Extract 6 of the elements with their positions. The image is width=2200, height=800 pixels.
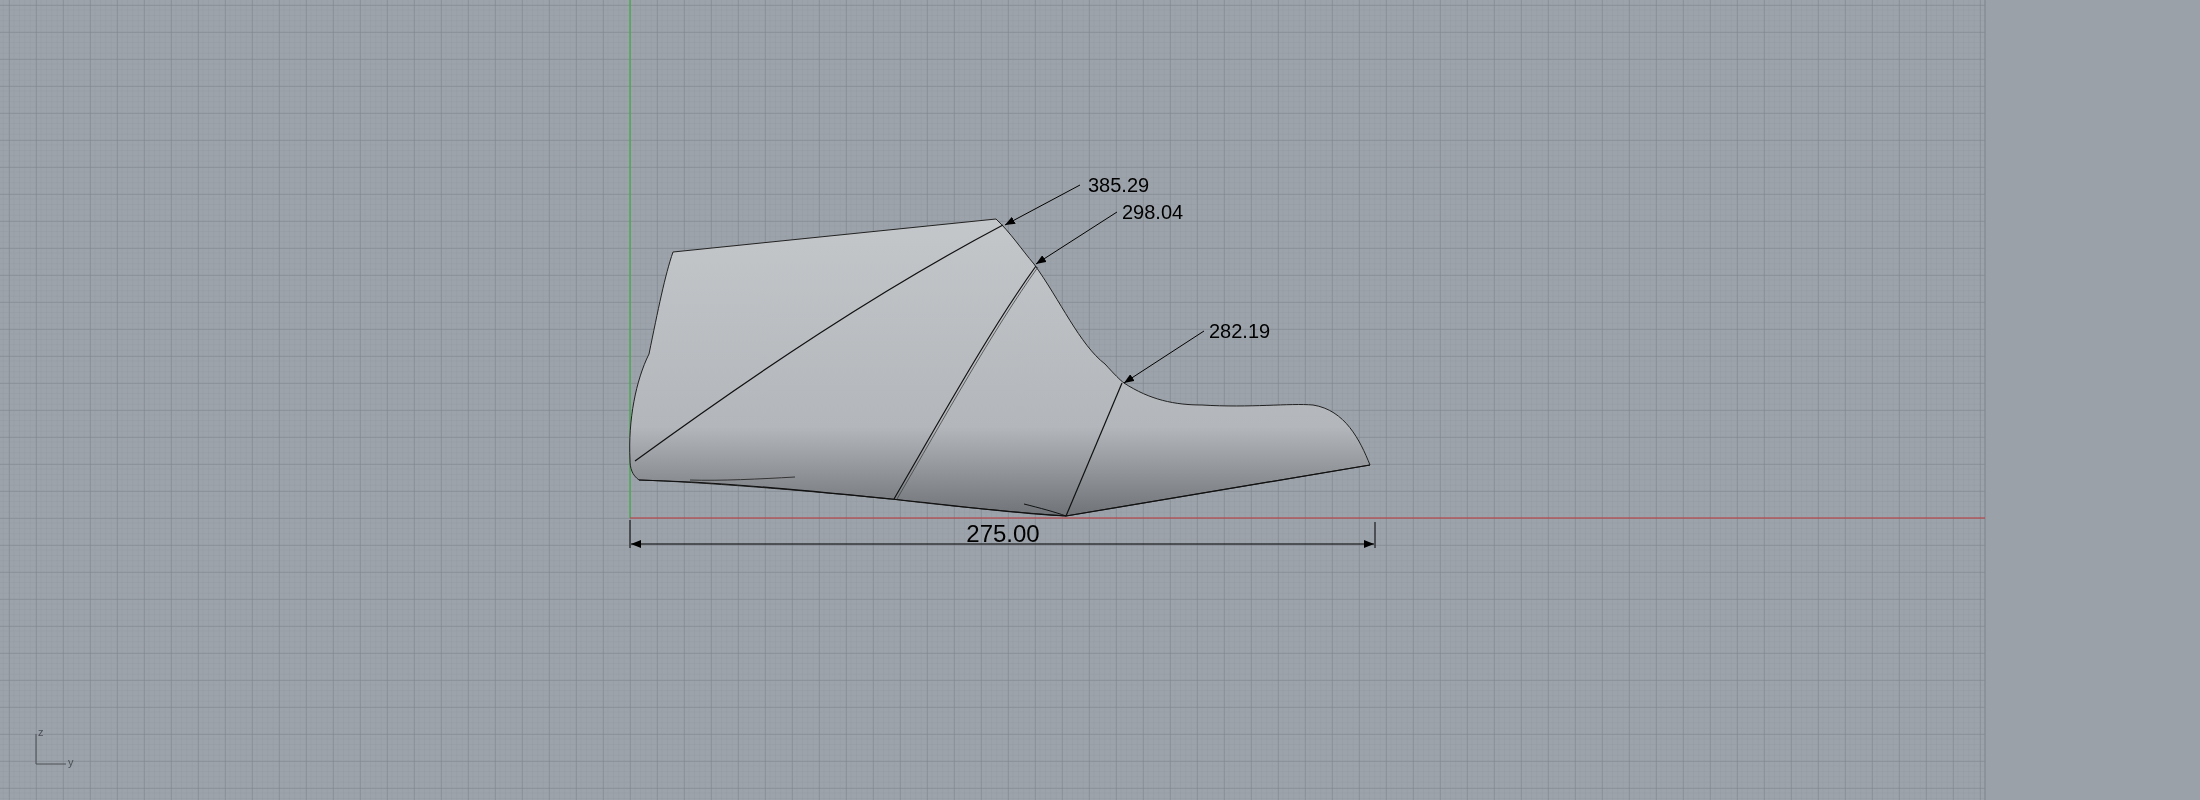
dimension-label: 298.04 <box>1122 201 1184 223</box>
axis-label: z <box>38 726 44 738</box>
axis-label: y <box>68 756 74 768</box>
dimension-label: 275.00 <box>966 520 1040 547</box>
dimension-label: 282.19 <box>1209 320 1271 342</box>
dimension-label: 385.29 <box>1088 174 1150 196</box>
